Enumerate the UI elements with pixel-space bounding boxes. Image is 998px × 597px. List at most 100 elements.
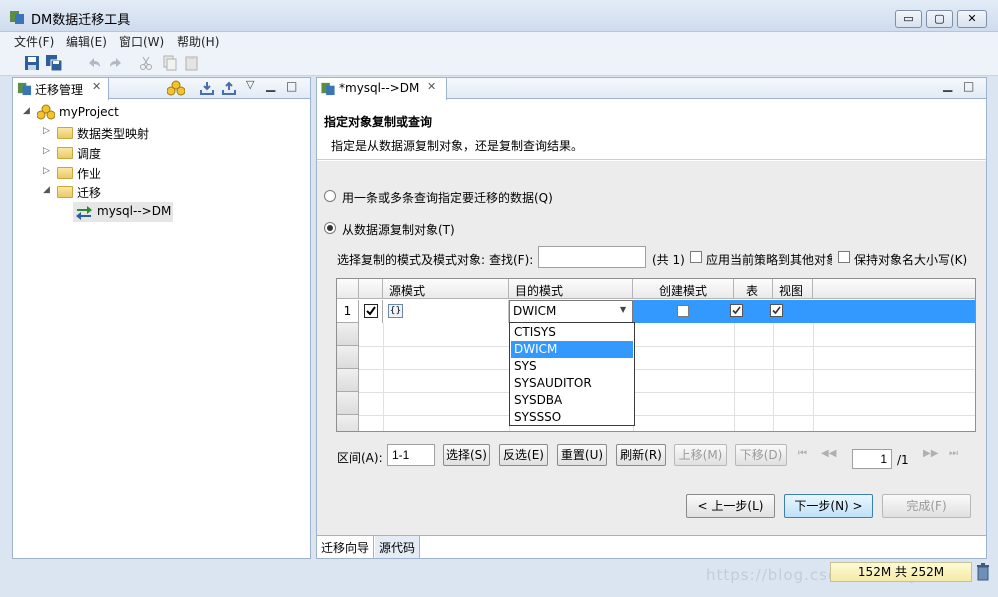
schema-icon: {} (388, 304, 403, 318)
export-icon[interactable] (221, 81, 237, 96)
column-header-table[interactable]: 表 (734, 279, 773, 299)
tree-node-schedule[interactable]: ▷ 调度 (13, 143, 303, 163)
tab-source-code[interactable]: 源代码 (375, 536, 421, 558)
editor-bottom-tabs: 迁移向导 源代码 (317, 535, 986, 558)
row-checkbox[interactable] (364, 304, 378, 318)
menu-edit[interactable]: 编辑(E) (66, 33, 107, 50)
apply-policy-checkbox[interactable] (690, 251, 702, 263)
project-group-icon[interactable] (167, 80, 185, 96)
undo-icon[interactable] (86, 55, 102, 71)
next-button[interactable]: 下一步(N) > (784, 494, 873, 518)
previous-page-icon[interactable]: ◀◀ (821, 448, 836, 459)
view-menu-icon[interactable]: ▽ (246, 78, 254, 91)
expand-icon[interactable]: ▷ (43, 126, 50, 136)
option-copy[interactable]: 从数据源复制对象(T) (324, 220, 654, 238)
keep-case-checkbox[interactable] (838, 251, 850, 263)
dropdown-option-ctisys[interactable]: CTISYS (511, 324, 633, 341)
dropdown-option-sys[interactable]: SYS (511, 358, 633, 375)
first-page-icon[interactable]: ⏮ (798, 448, 807, 459)
column-header-create[interactable]: 创建模式 (633, 279, 734, 299)
table-row[interactable]: {} DWICM ▼ (359, 300, 975, 323)
source-schema-cell[interactable]: {} (383, 300, 509, 323)
back-button[interactable]: < 上一步(L) (686, 494, 775, 518)
migration-manager-panel: 迁移管理 ✕ ▽ ▁ □ ◢ myProject ▷ 数据类型映射 ▷ 调度 ▷… (12, 77, 311, 559)
tab-migration-wizard[interactable]: 迁移向导 (317, 536, 375, 558)
dropdown-option-dwicm[interactable]: DWICM (511, 341, 633, 358)
table-checkbox[interactable] (730, 304, 743, 317)
radio-query[interactable] (324, 190, 336, 202)
tree-node-mysql-dm[interactable]: mysql-->DM (73, 202, 173, 222)
expand-icon[interactable]: ▷ (43, 166, 50, 176)
next-page-icon[interactable]: ▶▶ (923, 448, 938, 459)
dropdown-option-sysdba[interactable]: SYSDBA (511, 392, 633, 409)
target-schema-dropdown[interactable]: CTISYS DWICM SYS SYSAUDITOR SYSDBA SYSSS… (509, 322, 635, 426)
maximize-view-icon[interactable]: □ (286, 79, 297, 93)
dropdown-option-sysssso[interactable]: SYSSSO (511, 409, 633, 426)
minimize-view-icon[interactable]: ▁ (943, 78, 952, 92)
minimize-view-icon[interactable]: ▁ (266, 78, 275, 92)
select-all-header[interactable] (359, 279, 383, 299)
collapse-icon[interactable]: ◢ (43, 185, 50, 195)
move-up-button[interactable]: 上移(M) (674, 444, 727, 466)
close-window-button[interactable]: ✕ (957, 10, 987, 28)
tree-node-type-mapping[interactable]: ▷ 数据类型映射 (13, 123, 303, 143)
view-checkbox[interactable] (770, 304, 783, 317)
row-select-cell (359, 300, 383, 323)
copy-icon[interactable] (162, 55, 178, 71)
redo-icon[interactable] (108, 55, 124, 71)
maximize-button[interactable]: ▢ (926, 10, 953, 28)
range-input[interactable] (387, 444, 435, 466)
close-tab-icon[interactable]: ✕ (427, 80, 436, 93)
option-query[interactable]: 用一条或多条查询指定要迁移的数据(Q) (324, 188, 654, 206)
tree-node-project[interactable]: ◢ myProject (13, 103, 303, 123)
menu-bar: 文件(F) 编辑(E) 窗口(W) 帮助(H) (0, 32, 998, 50)
save-all-icon[interactable] (46, 55, 62, 71)
collapse-icon[interactable]: ◢ (23, 106, 30, 116)
tree-label: mysql-->DM (97, 204, 172, 218)
wizard-header: 指定对象复制或查询 指定是从数据源复制对象，还是复制查询结果。 (317, 100, 986, 160)
menu-window[interactable]: 窗口(W) (119, 33, 164, 50)
refresh-button[interactable]: 刷新(R) (616, 444, 666, 466)
chevron-down-icon[interactable]: ▼ (620, 305, 626, 314)
last-page-icon[interactable]: ⏭ (949, 448, 958, 459)
invert-button[interactable]: 反选(E) (499, 444, 548, 466)
create-schema-checkbox[interactable] (677, 305, 689, 317)
option-copy-label: 从数据源复制对象(T) (342, 223, 455, 237)
close-tab-icon[interactable]: ✕ (92, 80, 101, 93)
title-bar: DM数据迁移工具 ▭ ▢ ✕ (0, 0, 998, 32)
find-input[interactable] (538, 246, 646, 268)
tree-label: myProject (59, 105, 119, 119)
menu-help[interactable]: 帮助(H) (177, 33, 219, 50)
maximize-view-icon[interactable]: □ (963, 79, 974, 93)
radio-copy[interactable] (324, 222, 336, 234)
cut-icon[interactable] (138, 55, 154, 71)
move-down-button[interactable]: 下移(D) (735, 444, 787, 466)
column-header-source[interactable]: 源模式 (383, 279, 509, 299)
page-number-input[interactable] (852, 449, 892, 469)
finish-button[interactable]: 完成(F) (882, 494, 971, 518)
option-query-label: 用一条或多条查询指定要迁移的数据(Q) (342, 191, 553, 205)
tree-node-jobs[interactable]: ▷ 作业 (13, 163, 303, 183)
select-button[interactable]: 选择(S) (443, 444, 490, 466)
left-tab-label: 迁移管理 (35, 83, 84, 97)
paste-icon[interactable] (184, 55, 200, 71)
tab-mysql-dm[interactable]: *mysql-->DM ✕ (317, 78, 447, 100)
menu-file[interactable]: 文件(F) (14, 33, 54, 50)
reset-button[interactable]: 重置(U) (557, 444, 607, 466)
tree-label: 调度 (77, 147, 102, 161)
column-header-view[interactable]: 视图 (773, 279, 813, 299)
folder-icon (57, 147, 73, 159)
migration-arrows-icon (76, 206, 92, 220)
tab-migration-manager[interactable]: 迁移管理 ✕ (13, 78, 109, 100)
tree-node-migration[interactable]: ◢ 迁移 (13, 182, 303, 202)
column-header-target[interactable]: 目的模式 (509, 279, 633, 299)
expand-icon[interactable]: ▷ (43, 146, 50, 156)
save-icon[interactable] (24, 55, 40, 71)
tree-label: 数据类型映射 (77, 127, 150, 141)
folder-icon (57, 167, 73, 179)
trash-icon[interactable] (976, 563, 990, 581)
minimize-button[interactable]: ▭ (895, 10, 922, 28)
dropdown-option-sysauditor[interactable]: SYSAUDITOR (511, 375, 633, 392)
import-icon[interactable] (199, 81, 215, 96)
target-schema-combo[interactable]: DWICM ▼ (509, 300, 633, 323)
